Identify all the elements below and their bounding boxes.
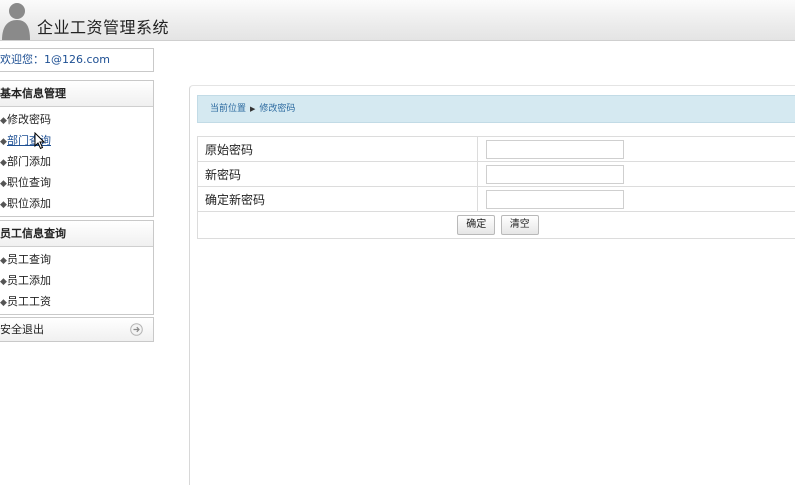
app-title: 企业工资管理系统: [37, 14, 169, 38]
arrow-right-circle-icon: [130, 323, 143, 336]
bullet-icon: ◆: [0, 251, 7, 272]
sidebar-item-department-query[interactable]: ◆部门查询: [0, 130, 153, 151]
logout-button[interactable]: 安全退出: [0, 317, 154, 342]
bullet-icon: ◆: [0, 293, 7, 314]
sidebar-item-employee-query[interactable]: ◆员工查询: [0, 249, 153, 270]
panel-title-employee-info: 员工信息查询: [0, 221, 153, 247]
triangle-right-icon: ▶: [250, 105, 255, 113]
app-header: 企业工资管理系统: [0, 0, 795, 41]
employee-info-panel: 员工信息查询 ◆员工查询 ◆员工添加 ◆员工工资: [0, 220, 154, 315]
bullet-icon: ◆: [0, 153, 7, 174]
new-password-label: 新密码: [198, 162, 478, 187]
breadcrumb: 当前位置 ▶ 修改密码: [197, 95, 795, 123]
breadcrumb-location: 当前位置: [210, 104, 246, 114]
user-avatar-icon: [0, 2, 30, 40]
sidebar-item-employee-add[interactable]: ◆员工添加: [0, 270, 153, 291]
bullet-icon: ◆: [0, 174, 7, 195]
form-row-new-password: 新密码: [198, 162, 795, 187]
confirm-button[interactable]: 确定: [457, 215, 495, 235]
sidebar-item-change-password[interactable]: ◆修改密码: [0, 109, 153, 130]
sidebar-item-position-add[interactable]: ◆职位添加: [0, 193, 153, 214]
form-actions-row: 确定 清空: [198, 212, 795, 239]
sidebar-item-position-query[interactable]: ◆职位查询: [0, 172, 153, 193]
old-password-input[interactable]: [486, 140, 624, 159]
bullet-icon: ◆: [0, 195, 7, 216]
new-password-input[interactable]: [486, 165, 624, 184]
change-password-form: 原始密码 新密码 确定新密码 确定 清空: [197, 136, 795, 239]
sidebar-item-employee-salary[interactable]: ◆员工工资: [0, 291, 153, 312]
breadcrumb-current[interactable]: 修改密码: [259, 104, 295, 114]
confirm-password-input[interactable]: [486, 190, 624, 209]
bullet-icon: ◆: [0, 111, 7, 132]
panel-title-basic-info: 基本信息管理: [0, 81, 153, 107]
old-password-label: 原始密码: [198, 137, 478, 162]
basic-info-panel: 基本信息管理 ◆修改密码 ◆部门查询 ◆部门添加 ◆职位查询 ◆职位添加: [0, 80, 154, 217]
form-row-confirm-password: 确定新密码: [198, 187, 795, 212]
bullet-icon: ◆: [0, 272, 7, 293]
form-row-old-password: 原始密码: [198, 137, 795, 162]
clear-button[interactable]: 清空: [501, 215, 539, 235]
bullet-icon: ◆: [0, 132, 7, 153]
welcome-text: 欢迎您：1@126.com: [0, 48, 154, 72]
sidebar-item-department-add[interactable]: ◆部门添加: [0, 151, 153, 172]
mouse-cursor-icon: [34, 132, 46, 150]
logout-label: 安全退出: [0, 323, 44, 336]
confirm-password-label: 确定新密码: [198, 187, 478, 212]
